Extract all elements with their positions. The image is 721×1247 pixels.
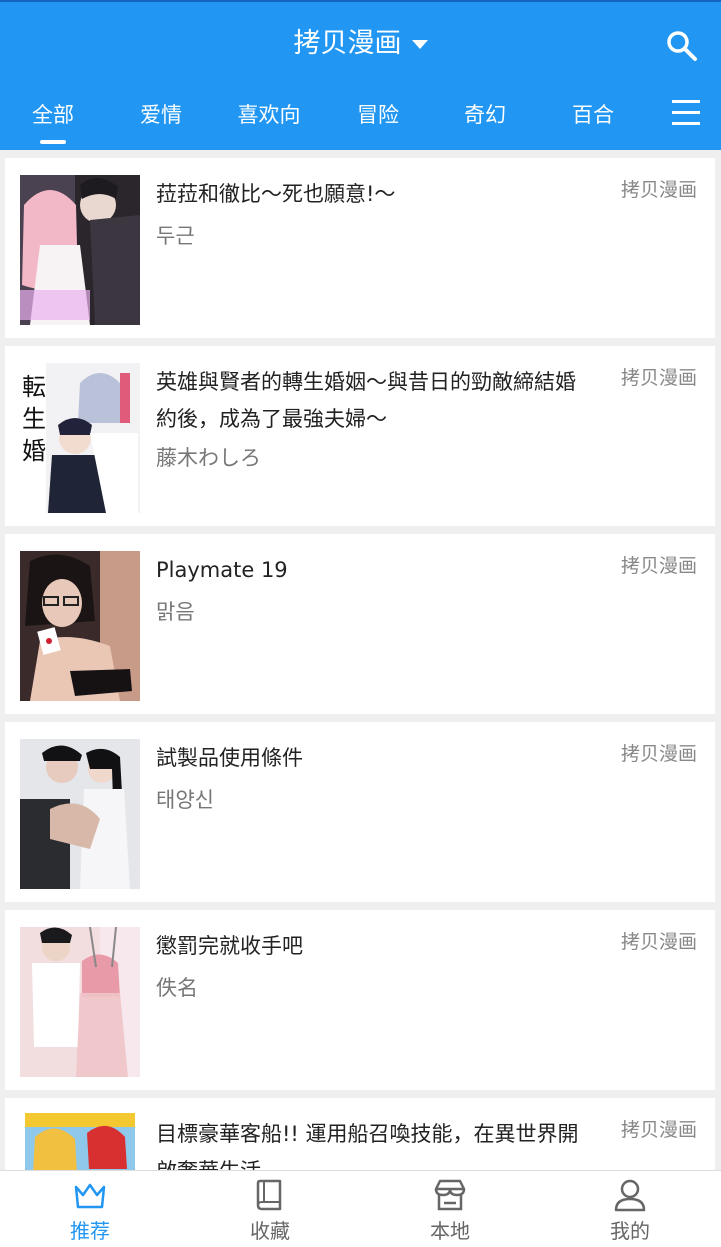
tab-yuri[interactable]: 百合 (548, 92, 638, 138)
menu-icon-bar (672, 111, 700, 114)
bottom-navigation: 推荐 收藏 本地 我的 (0, 1170, 721, 1247)
app-header: 拷贝漫画 全部 爱情 喜欢向 冒险 奇幻 百合 (0, 0, 721, 150)
comic-card[interactable]: 試製品使用條件 태양신 拷贝漫画 (5, 722, 715, 902)
active-tab-indicator (40, 140, 66, 144)
nav-local[interactable]: 本地 (360, 1171, 540, 1247)
comic-author: 두근 (156, 224, 195, 248)
tab-all[interactable]: 全部 (8, 92, 98, 138)
comic-list[interactable]: 菈菈和徹比〜死也願意!〜 두근 拷贝漫画 転 生 婚 英雄與賢者的轉生婚姻〜與昔… (0, 150, 721, 1170)
comic-card[interactable]: 菈菈和徹比〜死也願意!〜 두근 拷贝漫画 (5, 158, 715, 338)
svg-text:婚: 婚 (22, 437, 46, 465)
comic-cover (20, 927, 140, 1077)
tab-romance[interactable]: 爱情 (116, 92, 206, 138)
menu-icon-bar (672, 122, 700, 125)
tab-fantasy[interactable]: 奇幻 (440, 92, 530, 138)
comic-source: 拷贝漫画 (620, 743, 697, 765)
comic-cover (20, 739, 140, 889)
comic-source: 拷贝漫画 (620, 555, 697, 577)
comic-author: 藤木わしろ (156, 446, 261, 470)
nav-favorites-label: 收藏 (250, 1219, 290, 1243)
comic-title: 英雄與賢者的轉生婚姻〜與昔日的勁敵締結婚約後，成為了最強夫婦〜 (156, 370, 576, 431)
nav-recommend[interactable]: 推荐 (0, 1171, 180, 1247)
comic-card[interactable]: 転 生 婚 英雄與賢者的轉生婚姻〜與昔日的勁敵締結婚約後，成為了最強夫婦〜 藤木… (5, 346, 715, 526)
comic-card[interactable]: Playmate 19 맑음 拷贝漫画 (5, 534, 715, 714)
person-icon (614, 1179, 646, 1212)
nav-local-label: 本地 (430, 1219, 470, 1243)
comic-title: Playmate 19 (156, 558, 288, 582)
nav-favorites[interactable]: 收藏 (180, 1171, 360, 1247)
comic-author: 맑음 (156, 600, 195, 624)
comic-card[interactable]: 目標豪華客船!! 運用船召喚技能，在異世界開啟奢華生活 拷贝漫画 (5, 1098, 715, 1170)
comic-source: 拷贝漫画 (620, 367, 697, 389)
svg-text:転: 転 (22, 373, 46, 401)
category-menu-button[interactable] (672, 100, 700, 132)
comic-title: 目標豪華客船!! 運用船召喚技能，在異世界開啟奢華生活 (156, 1122, 579, 1170)
tab-comedy[interactable]: 喜欢向 (224, 92, 314, 138)
search-button[interactable] (664, 28, 700, 64)
menu-icon (672, 100, 700, 103)
comic-source: 拷贝漫画 (620, 179, 697, 201)
comic-author: 태양신 (156, 788, 214, 812)
tab-adventure[interactable]: 冒险 (333, 92, 423, 138)
comic-source: 拷贝漫画 (620, 931, 697, 953)
comic-cover (20, 551, 140, 701)
comic-author: 佚名 (156, 976, 198, 1000)
nav-mine[interactable]: 我的 (540, 1171, 720, 1247)
comic-cover: 転 生 婚 (20, 363, 140, 513)
comic-title: 菈菈和徹比〜死也願意!〜 (156, 182, 396, 206)
header-top-line (0, 0, 721, 2)
nav-mine-label: 我的 (610, 1219, 650, 1243)
svg-text:生: 生 (22, 405, 46, 433)
comic-title: 懲罰完就收手吧 (156, 934, 303, 958)
category-tabs: 全部 爱情 喜欢向 冒险 奇幻 百合 (0, 92, 721, 150)
comic-card[interactable]: 懲罰完就收手吧 佚名 拷贝漫画 (5, 910, 715, 1090)
comic-source: 拷贝漫画 (620, 1119, 697, 1141)
comic-title: 試製品使用條件 (156, 746, 303, 770)
store-icon (434, 1179, 466, 1211)
book-icon (256, 1179, 282, 1211)
search-icon (667, 31, 697, 61)
nav-recommend-label: 推荐 (70, 1219, 110, 1243)
source-dropdown[interactable]: 拷贝漫画 (0, 24, 721, 64)
dropdown-caret-icon (411, 40, 428, 49)
source-dropdown-label: 拷贝漫画 (293, 28, 402, 59)
comic-cover (20, 175, 140, 325)
comic-cover (25, 1113, 135, 1170)
crown-icon (74, 1183, 106, 1209)
